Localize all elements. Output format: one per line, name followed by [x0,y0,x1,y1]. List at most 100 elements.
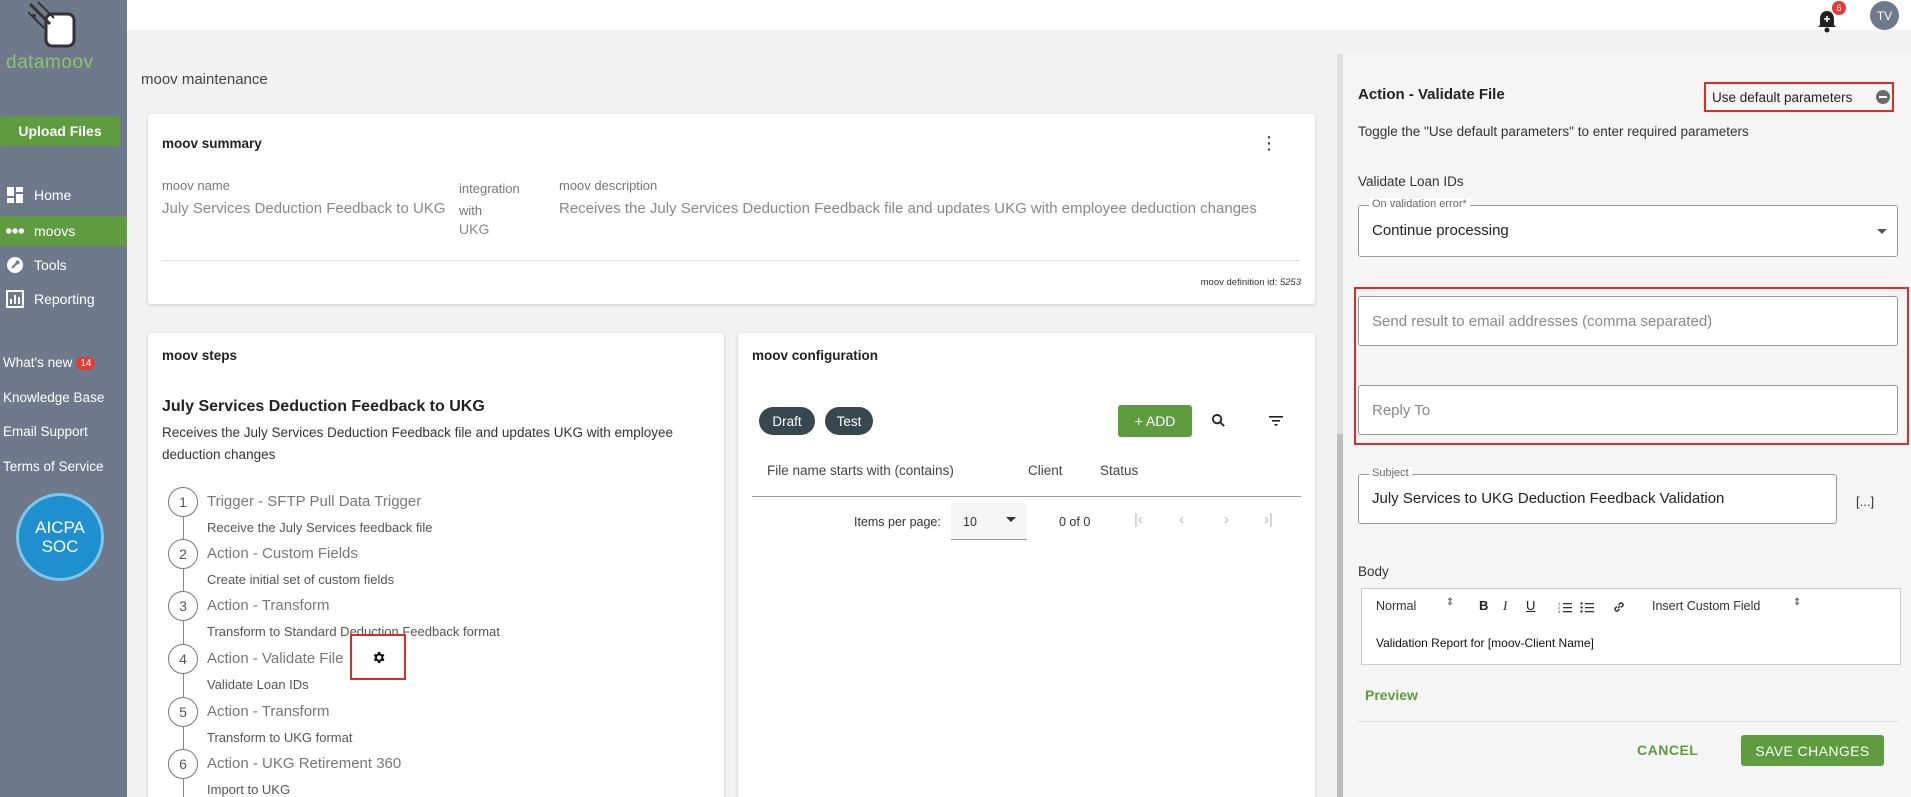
whats-new-link[interactable]: What's new 14 [3,355,96,370]
step-2[interactable]: 2 [168,539,198,569]
custom-field-arrows-icon: ⇕ [1793,597,1802,608]
editor-toolbar: Normal ⇕ B I U 123 Insert Custom Field ⇕ [1361,588,1901,626]
preview-link[interactable]: Preview [1365,687,1418,703]
nav-label: moovs [34,223,76,239]
items-per-page-label: Items per page: [854,515,941,529]
action-panel: Action - Validate File Use default param… [1343,54,1911,797]
on-validation-error-select[interactable]: On validation error* Continue processing [1358,198,1898,257]
configuration-title: moov configuration [752,348,878,363]
reply-to-input[interactable]: Reply To [1358,385,1898,435]
steps-moov-name: July Services Deduction Feedback to UKG [162,398,485,415]
prev-page-icon[interactable]: ‹ [1179,511,1184,528]
format-select[interactable]: Normal [1376,599,1416,613]
save-changes-button[interactable]: SAVE CHANGES [1741,735,1884,766]
avatar[interactable]: TV [1870,1,1899,30]
next-page-icon[interactable]: › [1224,511,1229,528]
last-page-icon[interactable]: ›| [1264,511,1273,528]
definition-id-label: moov definition id: [1200,277,1278,288]
knowledge-base-link[interactable]: Knowledge Base [3,390,104,405]
step-number: 6 [168,749,198,779]
moov-configuration-card: moov configuration Draft Test + ADD File… [738,333,1315,797]
notification-badge: 6 [1832,1,1846,15]
step-subtitle: Validate Loan IDs [207,677,309,692]
moov-description-label: moov description [559,178,658,193]
bullet-list-icon[interactable] [1580,601,1594,614]
summary-title: moov summary [162,136,262,151]
italic-button[interactable]: I [1503,598,1507,614]
test-chip[interactable]: Test [825,407,873,435]
default-params-toggle[interactable] [1876,90,1890,104]
gear-icon[interactable] [371,650,386,665]
chart-icon [6,290,24,308]
steps-moov-description: Receives the July Services Deduction Fee… [162,425,674,462]
step-number: 5 [168,697,198,727]
search-icon[interactable] [1211,413,1226,428]
reply-to-placeholder: Reply To [1372,402,1431,419]
nav-tools[interactable]: Tools [0,250,127,280]
dropdown-arrow-icon [1006,517,1016,522]
terms-link[interactable]: Terms of Service [3,459,104,474]
step-4[interactable]: 4 [168,644,198,674]
step-subtitle: Transform to UKG format [207,730,353,745]
moov-summary-card: moov summary ⋮ moov name July Services D… [148,114,1315,304]
column-status[interactable]: Status [1100,463,1138,478]
step-subtitle: Create initial set of custom fields [207,572,395,587]
filter-icon[interactable] [1269,415,1283,427]
subject-input[interactable]: Subject July Services to UKG Deduction F… [1358,467,1837,524]
step-title[interactable]: Action - Custom Fields [207,545,358,562]
definition-id-value: 5253 [1279,277,1301,288]
items-per-page-value: 10 [963,515,977,529]
nav-home[interactable]: Home [0,180,127,210]
nav-label: Home [34,187,72,203]
body-editor[interactable]: Validation Report for [moov-Client Name] [1361,625,1901,665]
body-text: Validation Report for [moov-Client Name] [1376,636,1594,650]
insert-custom-field-select[interactable]: Insert Custom Field [1652,599,1760,613]
step-title[interactable]: Action - UKG Retirement 360 [207,755,401,772]
soc-text: SOC [41,537,79,556]
page-title: moov maintenance [141,71,268,88]
email-support-link[interactable]: Email Support [3,424,88,439]
step-5[interactable]: 5 [168,697,198,727]
more-vert-icon[interactable]: ⋮ [1260,134,1278,152]
insert-field-button[interactable]: [...] [1856,494,1874,509]
ordered-list-icon[interactable]: 123 [1558,601,1572,614]
step-1[interactable]: 1 [168,487,198,517]
add-button[interactable]: + ADD [1118,405,1192,437]
column-file-name[interactable]: File name starts with (contains) [767,463,954,478]
nav-reporting[interactable]: Reporting [0,284,127,314]
step-3[interactable]: 3 [168,591,198,621]
subject-label: Subject [1369,467,1412,479]
nav-label: Tools [34,257,67,273]
step-title[interactable]: Action - Transform [207,597,330,614]
step-title[interactable]: Action - Validate File [207,650,343,667]
default-params-highlight: Use default parameters [1704,82,1894,112]
draft-chip[interactable]: Draft [759,407,815,435]
underline-button[interactable]: U [1526,598,1535,613]
pagination-range: 0 of 0 [1059,515,1091,529]
table-header-divider [752,496,1301,497]
step-title[interactable]: Trigger - SFTP Pull Data Trigger [207,493,421,510]
bold-button[interactable]: B [1479,598,1488,613]
nav-moovs[interactable]: moovs [0,216,127,246]
step-6[interactable]: 6 [168,749,198,779]
step-settings-highlight [350,634,406,680]
svg-text:3: 3 [1558,609,1561,614]
on-validation-error-value: Continue processing [1372,222,1509,239]
moov-name-value: July Services Deduction Feedback to UKG [162,200,446,217]
email-addresses-input[interactable]: Send result to email addresses (comma se… [1358,296,1898,346]
logo-text: datamoov [6,52,94,73]
top-bar [127,0,1911,30]
dashboard-icon [6,186,24,204]
upload-files-button[interactable]: Upload Files [0,116,120,146]
column-client[interactable]: Client [1028,463,1063,478]
first-page-icon[interactable]: |‹ [1134,511,1143,528]
cancel-button[interactable]: CANCEL [1637,742,1698,758]
step-subtitle: Receive the July Services feedback file [207,520,433,535]
moov-description-value: Receives the July Services Deduction Fee… [559,200,1257,217]
link-icon[interactable] [1612,600,1626,614]
step-title[interactable]: Action - Transform [207,703,330,720]
items-per-page-select[interactable]: 10 [951,503,1027,540]
divider [162,260,1300,261]
footer-divider [1358,721,1898,722]
wrench-icon [6,256,24,274]
